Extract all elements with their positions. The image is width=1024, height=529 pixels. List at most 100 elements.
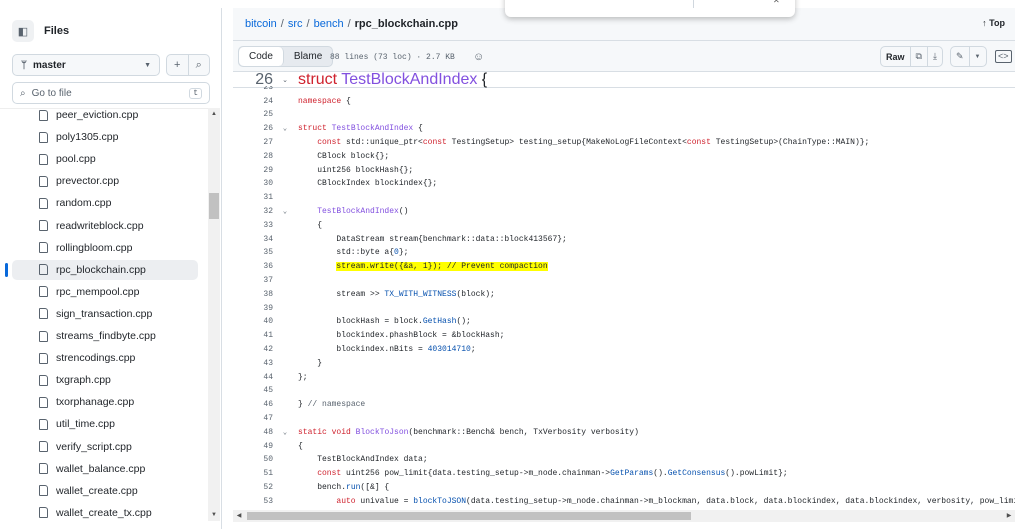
scrollbar-thumb[interactable] <box>209 193 219 219</box>
line-number[interactable]: 33 <box>233 221 273 230</box>
raw-button[interactable]: Raw <box>881 47 910 66</box>
code-line: 41 blockindex.phashBlock = &blockHash; <box>233 329 504 343</box>
line-number[interactable]: 44 <box>233 373 273 382</box>
line-number[interactable]: 37 <box>233 276 273 285</box>
line-number[interactable]: 40 <box>233 317 273 326</box>
file-item[interactable]: wallet_create_tx.cpp <box>12 503 198 521</box>
line-number[interactable]: 28 <box>233 152 273 161</box>
line-number[interactable]: 25 <box>233 110 273 119</box>
back-to-top-link[interactable]: ↑ Top <box>982 18 1005 28</box>
file-item[interactable]: poly1305.cpp <box>12 127 198 147</box>
copy-icon[interactable]: ⧉ <box>909 47 927 66</box>
fold-chevron-icon[interactable]: ⌄ <box>273 76 297 84</box>
code-line: 25 <box>233 108 298 122</box>
line-number[interactable]: 36 <box>233 262 273 271</box>
line-number[interactable]: 29 <box>233 166 273 175</box>
file-item[interactable]: streams_findbyte.cpp <box>12 326 198 346</box>
line-number[interactable]: 27 <box>233 138 273 147</box>
file-item[interactable]: prevector.cpp <box>12 171 198 191</box>
file-item[interactable]: txgraph.cpp <box>12 370 198 390</box>
file-item[interactable]: rollingbloom.cpp <box>12 238 198 258</box>
breadcrumb-repo[interactable]: bitcoin <box>245 18 277 30</box>
sidebar-scrollbar[interactable]: ▲ ▼ <box>208 108 220 521</box>
file-icon <box>39 286 48 298</box>
active-indicator <box>5 262 8 277</box>
file-item[interactable]: util_time.cpp <box>12 414 198 434</box>
line-number[interactable]: 53 <box>233 497 273 506</box>
symbols-panel-icon[interactable]: <> <box>995 50 1012 63</box>
copilot-icon[interactable]: ☺ <box>473 51 484 63</box>
close-icon[interactable]: ✕ <box>773 0 780 5</box>
file-icon <box>39 308 48 320</box>
tab-blame[interactable]: Blame <box>284 47 332 66</box>
search-button[interactable]: ⌕ <box>187 55 210 75</box>
line-number[interactable]: 43 <box>233 359 273 368</box>
line-number[interactable]: 38 <box>233 290 273 299</box>
code-view[interactable]: 23 24 namespace {25 26 ⌄ struct TestBlockAndI… <box>233 86 1015 510</box>
file-item[interactable]: wallet_create.cpp <box>12 481 198 501</box>
line-number[interactable]: 35 <box>233 248 273 257</box>
breadcrumb-bench[interactable]: bench <box>314 18 344 30</box>
line-number[interactable]: 52 <box>233 483 273 492</box>
chevron-down-icon[interactable]: ▼ <box>968 47 986 66</box>
code-line: 49 { <box>233 439 302 453</box>
line-number[interactable]: 26 <box>233 124 273 133</box>
line-number[interactable]: 48 <box>233 428 273 437</box>
line-number[interactable]: 49 <box>233 442 273 451</box>
file-item[interactable]: peer_eviction.cpp <box>12 109 198 125</box>
breadcrumb-src[interactable]: src <box>288 18 303 30</box>
code-text: } <box>297 359 322 368</box>
file-item[interactable]: rpc_mempool.cpp <box>12 282 198 302</box>
code-text: } // namespace <box>297 400 365 409</box>
code-text: auto univalue = blockToJSON(data.testing… <box>297 497 1015 506</box>
line-number[interactable]: 30 <box>233 179 273 188</box>
line-number[interactable]: 50 <box>233 455 273 464</box>
fold-chevron-icon[interactable]: ⌄ <box>273 124 297 133</box>
scroll-down-icon[interactable]: ▼ <box>208 512 220 518</box>
file-item[interactable]: rpc_blockchain.cpp <box>12 259 198 280</box>
file-item[interactable]: txorphanage.cpp <box>12 392 198 412</box>
tab-code[interactable]: Code <box>239 47 284 66</box>
fold-chevron-icon[interactable]: ⌄ <box>273 207 297 216</box>
branch-name: master <box>33 59 66 71</box>
file-item[interactable]: verify_script.cpp <box>12 437 198 457</box>
file-item[interactable]: random.cpp <box>12 193 198 213</box>
line-number[interactable]: 45 <box>233 386 273 395</box>
file-icon <box>39 396 48 408</box>
code-token: uint256 pow_limit{data.testing_setup->m_… <box>341 469 611 479</box>
line-number[interactable]: 32 <box>233 207 273 216</box>
line-number[interactable]: 24 <box>233 97 273 106</box>
code-line: 52 bench.run([&] { <box>233 480 389 494</box>
code-token: DataStream stream{benchmark::data::block… <box>298 234 567 244</box>
line-number[interactable]: 31 <box>233 193 273 202</box>
go-to-file-input[interactable]: ⌕ Go to file t <box>12 82 210 104</box>
file-item[interactable]: strencodings.cpp <box>12 348 198 368</box>
line-number[interactable]: 42 <box>233 345 273 354</box>
file-name: strencodings.cpp <box>56 352 136 365</box>
line-number[interactable]: 34 <box>233 235 273 244</box>
line-number[interactable]: 39 <box>233 304 273 313</box>
branch-selector[interactable]: ᛘ master ▼ <box>12 54 160 76</box>
collapse-sidebar-icon[interactable]: ◧ <box>12 20 34 42</box>
file-item[interactable]: wallet_balance.cpp <box>12 459 198 479</box>
scroll-right-icon[interactable]: ▶ <box>1003 512 1015 519</box>
line-number[interactable]: 47 <box>233 414 273 423</box>
fold-chevron-icon[interactable]: ⌄ <box>273 428 297 437</box>
horizontal-scrollbar[interactable]: ◀ ▶ <box>233 510 1015 522</box>
file-item[interactable]: sign_transaction.cpp <box>12 304 198 324</box>
file-item[interactable]: readwriteblock.cpp <box>12 216 198 236</box>
scroll-up-icon[interactable]: ▲ <box>208 111 220 117</box>
file-item[interactable]: pool.cpp <box>12 149 198 169</box>
add-file-button[interactable]: + <box>167 55 188 75</box>
code-token: (); <box>456 317 471 327</box>
edit-pencil-icon[interactable]: ✎ <box>951 47 969 66</box>
code-token: CBlock block{}; <box>298 151 390 161</box>
line-number[interactable]: 41 <box>233 331 273 340</box>
scroll-left-icon[interactable]: ◀ <box>233 512 245 519</box>
line-number[interactable]: 51 <box>233 469 273 478</box>
code-line: 50 TestBlockAndIndex data; <box>233 453 427 467</box>
line-number[interactable]: 46 <box>233 400 273 409</box>
scrollbar-thumb[interactable] <box>247 512 691 520</box>
download-icon[interactable]: ⤓ <box>926 47 942 66</box>
